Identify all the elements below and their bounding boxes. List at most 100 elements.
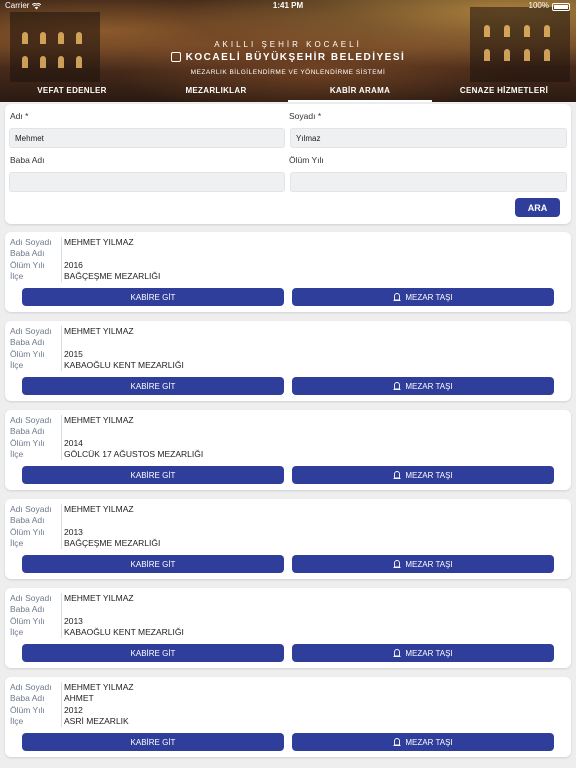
go-to-grave-label: KABİRE GİT — [130, 292, 176, 302]
death-year-label: Ölüm Yılı — [10, 348, 45, 359]
go-to-grave-button[interactable]: KABİRE GİT — [22, 644, 284, 662]
death-year-label: Ölüm Yılı — [10, 615, 45, 626]
full-name-value: MEHMET YILMAZ — [64, 682, 134, 692]
go-to-grave-button[interactable]: KABİRE GİT — [22, 377, 284, 395]
gravestone-icon — [393, 382, 401, 390]
go-to-grave-button[interactable]: KABİRE GİT — [22, 288, 284, 306]
gravestone-label: MEZAR TAŞI — [405, 292, 453, 302]
result-card: Adı Soyadı Baba Adı Ölüm Yılı İlçe MEHME… — [5, 499, 571, 579]
district-value: BAĞÇEŞME MEZARLIĞI — [64, 270, 161, 281]
go-to-grave-button[interactable]: KABİRE GİT — [22, 466, 284, 484]
go-to-grave-label: KABİRE GİT — [130, 648, 176, 658]
district-value: ASRİ MEZARLIK — [64, 715, 129, 726]
father-name-label: Baba Adı — [10, 337, 45, 348]
tab-kabir-arama[interactable]: KABİR ARAMA — [288, 84, 432, 102]
gravestone-button[interactable]: MEZAR TAŞI — [292, 644, 554, 662]
full-name-value: MEHMET YILMAZ — [64, 326, 134, 336]
gravestone-icon — [393, 471, 401, 479]
gravestone-icon — [393, 560, 401, 568]
district-value: BAĞÇEŞME MEZARLIĞI — [64, 537, 161, 548]
father-name-input[interactable] — [9, 172, 285, 192]
gravestone-button[interactable]: MEZAR TAŞI — [292, 377, 554, 395]
result-card: Adı Soyadı Baba Adı Ölüm Yılı İlçe MEHME… — [5, 410, 571, 490]
death-year-input[interactable] — [290, 172, 567, 192]
status-bar: Carrier 1:41 PM 100% — [0, 0, 576, 12]
status-time: 1:41 PM — [272, 1, 304, 10]
full-name-label: Adı Soyadı — [10, 326, 52, 336]
gravestone-label: MEZAR TAŞI — [405, 381, 453, 391]
full-name-label: Adı Soyadı — [10, 682, 52, 692]
tab-mezarliklar[interactable]: MEZARLIKLAR — [144, 84, 288, 102]
father-name-label: Baba Adı — [10, 155, 45, 165]
father-name-label: Baba Adı — [10, 248, 45, 259]
gravestone-icon — [393, 293, 401, 301]
gravestone-label: MEZAR TAŞI — [405, 470, 453, 480]
full-name-label: Adı Soyadı — [10, 415, 52, 425]
last-name-input[interactable] — [290, 128, 567, 148]
full-name-value: MEHMET YILMAZ — [64, 415, 134, 425]
gravestone-button[interactable]: MEZAR TAŞI — [292, 288, 554, 306]
battery-percent: 100% — [528, 1, 549, 10]
full-name-label: Adı Soyadı — [10, 593, 52, 603]
brand-title: KOCAELİ BÜYÜKŞEHİR BELEDİYESİ — [185, 51, 406, 63]
death-year-label: Ölüm Yılı — [10, 704, 45, 715]
result-card: Adı Soyadı Baba Adı Ölüm Yılı İlçe MEHME… — [5, 588, 571, 668]
brand-tagline: AKILLI ŞEHİR KOCAELİ — [214, 40, 362, 49]
battery-icon — [552, 3, 570, 11]
search-button[interactable]: ARA — [515, 198, 560, 217]
father-name-value — [64, 604, 184, 615]
first-name-input[interactable] — [9, 128, 285, 148]
father-name-value — [64, 337, 184, 348]
gravestone-button[interactable]: MEZAR TAŞI — [292, 466, 554, 484]
search-form: Adı * Soyadı * Baba Adı Ölüm Yılı ARA — [5, 104, 571, 224]
father-name-label: Baba Adı — [10, 693, 45, 704]
full-name-value: MEHMET YILMAZ — [64, 237, 134, 247]
brand-logo: AKILLI ŞEHİR KOCAELİ KOCAELİ BÜYÜKŞEHİR … — [0, 40, 576, 76]
go-to-grave-label: KABİRE GİT — [130, 470, 176, 480]
district-label: İlçe — [10, 626, 24, 637]
death-year-label: Ölüm Yılı — [289, 155, 324, 165]
last-name-label: Soyadı * — [289, 111, 322, 121]
father-name-value — [64, 515, 160, 526]
full-name-label: Adı Soyadı — [10, 237, 52, 247]
father-name-label: Baba Adı — [10, 604, 45, 615]
gravestone-label: MEZAR TAŞI — [405, 737, 453, 747]
father-name-label: Baba Adı — [10, 426, 45, 437]
gravestone-icon — [393, 738, 401, 746]
district-value: GÖLCÜK 17 AĞUSTOS MEZARLIĞI — [64, 448, 204, 459]
death-year-label: Ölüm Yılı — [10, 437, 45, 448]
go-to-grave-label: KABİRE GİT — [130, 381, 176, 391]
go-to-grave-label: KABİRE GİT — [130, 737, 176, 747]
gravestone-icon — [393, 649, 401, 657]
full-name-value: MEHMET YILMAZ — [64, 593, 134, 603]
district-value: KABAOĞLU KENT MEZARLIĞI — [64, 626, 184, 637]
gravestone-button[interactable]: MEZAR TAŞI — [292, 555, 554, 573]
go-to-grave-button[interactable]: KABİRE GİT — [22, 555, 284, 573]
district-label: İlçe — [10, 715, 24, 726]
death-year-value: 2014 — [64, 437, 83, 448]
death-year-value: 2015 — [64, 348, 83, 359]
district-value: KABAOĞLU KENT MEZARLIĞI — [64, 359, 184, 370]
father-name-value: AHMET — [64, 693, 94, 704]
go-to-grave-button[interactable]: KABİRE GİT — [22, 733, 284, 751]
death-year-value: 2016 — [64, 259, 83, 270]
gravestone-button[interactable]: MEZAR TAŞI — [292, 733, 554, 751]
death-year-label: Ölüm Yılı — [10, 259, 45, 270]
death-year-value: 2012 — [64, 704, 83, 715]
death-year-label: Ölüm Yılı — [10, 526, 45, 537]
full-name-label: Adı Soyadı — [10, 504, 52, 514]
first-name-label: Adı * — [10, 111, 29, 121]
brand-subtitle: MEZARLIK BİLGİLENDİRME VE YÖNLENDİRME Sİ… — [190, 69, 386, 76]
tab-cenaze-hizmetleri[interactable]: CENAZE HİZMETLERİ — [432, 84, 576, 102]
result-card: Adı Soyadı Baba Adı Ölüm Yılı İlçe MEHME… — [5, 677, 571, 757]
tab-vefat-edenler[interactable]: VEFAT EDENLER — [0, 84, 144, 102]
gravestone-label: MEZAR TAŞI — [405, 559, 453, 569]
district-label: İlçe — [10, 270, 24, 281]
municipality-logo-icon — [170, 52, 181, 62]
father-name-label: Baba Adı — [10, 515, 45, 526]
death-year-value: 2013 — [64, 615, 83, 626]
district-label: İlçe — [10, 359, 24, 370]
district-label: İlçe — [10, 537, 24, 548]
result-card: Adı Soyadı Baba Adı Ölüm Yılı İlçe MEHME… — [5, 321, 571, 401]
full-name-value: MEHMET YILMAZ — [64, 504, 134, 514]
